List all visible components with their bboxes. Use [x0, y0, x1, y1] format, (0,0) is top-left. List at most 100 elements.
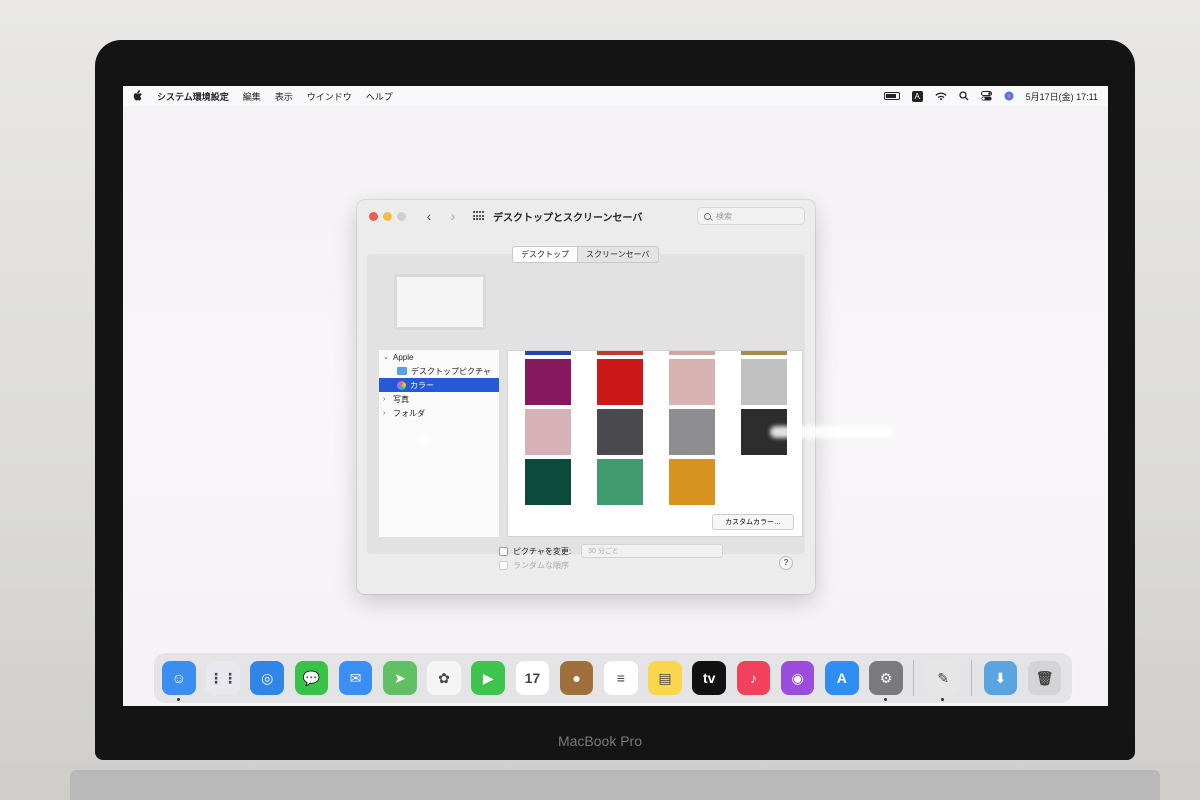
desktop-preview-thumbnail	[394, 274, 486, 330]
menu-clock[interactable]: 5月17日(金) 17:11	[1026, 90, 1098, 103]
chevron-right-icon[interactable]: ›	[383, 410, 393, 417]
messages-icon[interactable]: 💬	[294, 661, 329, 695]
change-picture-label: ピクチャを変更:	[513, 546, 572, 556]
menu-bar: システム環境設定 編集 表示 ウインドウ ヘルプ A 5月17日(金) 17:1…	[123, 86, 1108, 106]
calendar-icon[interactable]: 17	[515, 661, 550, 695]
tv-icon[interactable]: tv	[692, 661, 727, 695]
color-swatch[interactable]	[597, 459, 643, 505]
random-order-row: ランダムな順序	[499, 560, 569, 571]
window-titlebar: ‹ › デスクトップとスクリーンセーバ 検索	[357, 200, 815, 232]
chevron-down-icon[interactable]: ⌄	[383, 353, 393, 361]
finder-icon[interactable]: ☺	[162, 661, 196, 701]
color-swatch-partial[interactable]	[525, 351, 571, 355]
show-all-grid-icon[interactable]	[473, 211, 485, 221]
dock-separator	[970, 660, 972, 696]
tab-desktop[interactable]: デスクトップ	[512, 246, 578, 263]
migration-assistant-icon[interactable]: ✎	[926, 661, 961, 701]
sidebar-item-label: デスクトップピクチャ	[411, 366, 491, 376]
color-swatch[interactable]	[525, 359, 571, 405]
minimize-window-button[interactable]	[383, 211, 392, 221]
color-swatch[interactable]	[669, 359, 715, 405]
input-source-icon[interactable]: A	[911, 90, 923, 102]
photos-icon[interactable]: ✿	[427, 661, 461, 695]
music-icon[interactable]: ♪	[736, 661, 771, 695]
color-swatch[interactable]	[669, 459, 715, 505]
screen-glare	[418, 434, 432, 444]
spotlight-search-icon[interactable]	[958, 91, 969, 101]
sidebar-item-desktop-pictures[interactable]: デスクトップピクチャ	[379, 364, 499, 378]
chevron-right-icon[interactable]: ›	[383, 396, 393, 403]
laptop-model-label: MacBook Pro	[557, 733, 643, 749]
color-swatch-grid: カスタムカラー…	[507, 350, 803, 537]
folder-icon	[397, 367, 407, 375]
apple-menu-icon[interactable]	[133, 90, 143, 102]
color-wheel-icon	[397, 380, 406, 390]
sidebar-item-photos[interactable]: › 写真	[379, 392, 499, 406]
interval-select[interactable]: 30 分ごと	[581, 544, 724, 558]
color-swatch[interactable]	[669, 409, 715, 455]
change-picture-row: ピクチャを変更: 30 分ごと	[499, 544, 724, 558]
color-swatch[interactable]	[741, 359, 787, 405]
running-indicator	[884, 698, 888, 701]
search-icon	[704, 212, 711, 220]
menu-app-name[interactable]: システム環境設定	[157, 90, 229, 103]
wifi-icon[interactable]	[935, 92, 947, 101]
sidebar-item-label: 写真	[393, 394, 409, 404]
random-order-label: ランダムな順序	[513, 561, 569, 570]
color-swatch[interactable]	[525, 459, 571, 505]
custom-color-button[interactable]: カスタムカラー…	[712, 514, 794, 530]
podcasts-icon[interactable]: ◉	[780, 661, 815, 695]
app-store-icon[interactable]: A	[825, 661, 859, 695]
menu-window[interactable]: ウインドウ	[307, 90, 352, 103]
zoom-window-button[interactable]	[397, 211, 406, 221]
maps-icon[interactable]: ➤	[383, 661, 417, 695]
sidebar-item-folders[interactable]: › フォルダ	[379, 406, 499, 420]
sidebar-item-label: フォルダ	[393, 408, 425, 418]
keyboard-edge	[70, 770, 1160, 800]
sidebar-group-label: Apple	[393, 352, 414, 362]
sidebar-group-apple[interactable]: ⌄ Apple	[379, 350, 499, 364]
color-swatch-partial[interactable]	[741, 351, 787, 355]
window-title: デスクトップとスクリーンセーバ	[493, 212, 643, 224]
running-indicator	[177, 698, 180, 701]
mail-icon[interactable]: ✉	[338, 661, 373, 695]
control-center-icon[interactable]	[980, 91, 992, 101]
dock: ☺ ⋮⋮ ◎ 💬 ✉ ➤ ✿ ▶ 17 ● ≡ ▤ tv ♪ ◉ A ⚙ ✎ ⬇ 🗑	[153, 652, 1073, 704]
screen-glare	[770, 426, 895, 438]
close-window-button[interactable]	[369, 211, 378, 221]
sidebar-item-colors[interactable]: カラー	[379, 378, 499, 392]
trash-icon[interactable]: 🗑	[1027, 661, 1062, 695]
system-preferences-icon[interactable]: ⚙	[869, 661, 903, 701]
menu-view[interactable]: 表示	[275, 90, 293, 103]
contacts-icon[interactable]: ●	[559, 661, 594, 695]
facetime-icon[interactable]: ▶	[471, 661, 506, 695]
launchpad-icon[interactable]: ⋮⋮	[206, 661, 240, 695]
safari-icon[interactable]: ◎	[250, 661, 285, 695]
siri-icon[interactable]	[1004, 91, 1014, 101]
desktop-panel: ⌄ Apple デスクトップピクチャ カラー › 写真 › フォルダ カスタムカ…	[367, 254, 805, 554]
color-swatch[interactable]	[597, 409, 643, 455]
help-button[interactable]: ?	[779, 556, 793, 570]
color-swatch-partial[interactable]	[597, 351, 643, 355]
screen: システム環境設定 編集 表示 ウインドウ ヘルプ A 5月17日(金) 17:1…	[123, 86, 1108, 706]
tab-screensaver[interactable]: スクリーンセーバ	[578, 246, 659, 263]
notes-icon[interactable]: ▤	[648, 661, 682, 695]
menu-help[interactable]: ヘルプ	[366, 90, 393, 103]
color-swatch[interactable]	[525, 409, 571, 455]
preferences-search-field[interactable]: 検索	[697, 207, 805, 225]
tab-bar: デスクトップ スクリーンセーバ	[512, 246, 659, 263]
color-swatch-partial[interactable]	[669, 351, 715, 355]
reminders-icon[interactable]: ≡	[604, 661, 638, 695]
color-swatch[interactable]	[597, 359, 643, 405]
change-picture-checkbox[interactable]	[499, 546, 508, 556]
running-indicator	[941, 698, 945, 701]
dock-separator	[913, 660, 915, 696]
back-chevron-icon[interactable]: ‹	[423, 208, 435, 224]
sidebar-item-label: カラー	[410, 380, 434, 390]
source-sidebar: ⌄ Apple デスクトップピクチャ カラー › 写真 › フォルダ	[379, 350, 499, 537]
downloads-folder-icon[interactable]: ⬇	[983, 661, 1018, 695]
menu-edit[interactable]: 編集	[243, 90, 261, 103]
random-order-checkbox[interactable]	[499, 561, 508, 570]
forward-chevron-icon[interactable]: ›	[447, 208, 459, 224]
battery-icon[interactable]	[883, 92, 900, 100]
